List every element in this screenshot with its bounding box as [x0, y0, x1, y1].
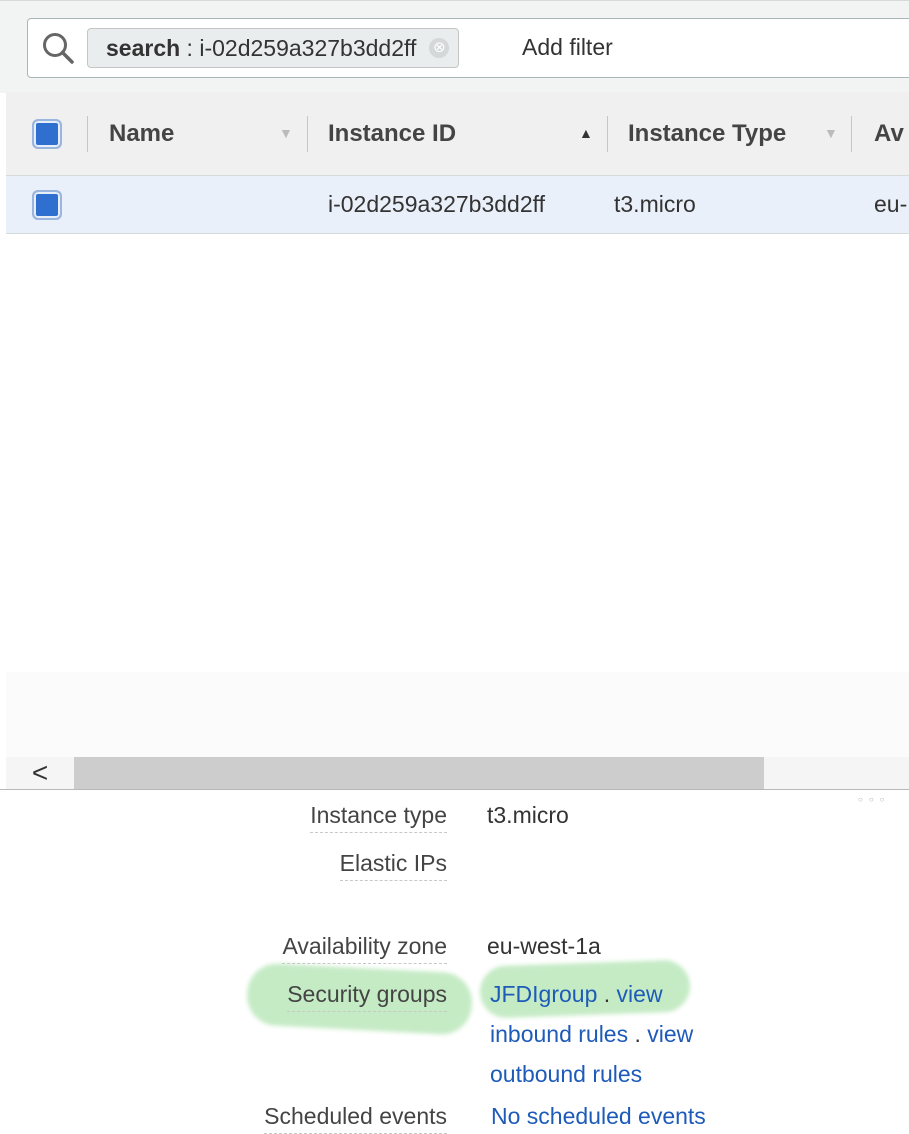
add-filter-input[interactable]: Add filter: [522, 28, 613, 66]
scroll-left-icon[interactable]: <: [6, 757, 74, 789]
remove-filter-icon[interactable]: ⊗: [429, 38, 450, 58]
label-security-groups: Security groups: [287, 979, 447, 1012]
pane-divider[interactable]: [0, 789, 909, 790]
search-icon: [43, 33, 74, 64]
label-scheduled-events: Scheduled events: [264, 1101, 447, 1134]
filter-bar: search : i-02d259a327b3dd2ff ⊗ Add filte…: [0, 0, 909, 93]
search-filter-token[interactable]: search : i-02d259a327b3dd2ff ⊗: [87, 28, 460, 68]
cell-instance-type: t3.micro: [614, 191, 696, 217]
filter-token-colon: :: [180, 35, 200, 61]
separator: .: [597, 981, 617, 1007]
sort-instance-type-icon[interactable]: ▼: [824, 92, 838, 175]
column-divider: [851, 116, 852, 152]
column-divider: [87, 116, 88, 152]
label-elastic-ips: Elastic IPs: [339, 848, 447, 881]
security-group-link[interactable]: JFDIgroup: [490, 981, 597, 1007]
column-header-instance-id[interactable]: Instance ID: [328, 92, 456, 175]
separator: .: [628, 1021, 648, 1047]
row-checkbox[interactable]: [32, 190, 62, 220]
label-instance-type: Instance type: [310, 800, 447, 833]
horizontal-scrollbar[interactable]: <: [6, 757, 909, 789]
table-row[interactable]: i-02d259a327b3dd2ff t3.micro eu-: [6, 176, 909, 234]
column-divider: [607, 116, 608, 152]
column-divider: [307, 116, 308, 152]
value-security-groups: JFDIgroup . view inbound rules . view ou…: [490, 974, 740, 1094]
value-availability-zone: eu-west-1a: [487, 933, 601, 959]
search-box[interactable]: search : i-02d259a327b3dd2ff ⊗ Add filte…: [27, 18, 909, 78]
cell-availability-zone: eu-: [874, 191, 908, 217]
scheduled-events-link[interactable]: No scheduled events: [491, 1101, 706, 1131]
select-all-checkbox[interactable]: [32, 119, 62, 149]
filter-token-key: search: [106, 35, 181, 61]
sort-name-icon[interactable]: ▼: [279, 92, 293, 175]
label-availability-zone: Availability zone: [282, 931, 447, 964]
table-empty-area: [6, 672, 909, 757]
filter-token-value: i-02d259a327b3dd2ff: [199, 35, 417, 61]
table-header: Name ▼ Instance ID ▲ Instance Type ▼ Av: [6, 92, 909, 176]
cell-instance-id: i-02d259a327b3dd2ff: [328, 191, 546, 217]
column-header-availability-zone[interactable]: Av: [874, 92, 904, 175]
sort-ascending-icon[interactable]: ▲: [579, 92, 593, 175]
column-header-instance-type[interactable]: Instance Type: [628, 92, 786, 175]
resize-grip-icon[interactable]: ○○○: [858, 795, 908, 805]
column-header-name[interactable]: Name: [109, 92, 174, 175]
scroll-thumb[interactable]: [74, 757, 764, 789]
value-instance-type: t3.micro: [487, 802, 569, 828]
